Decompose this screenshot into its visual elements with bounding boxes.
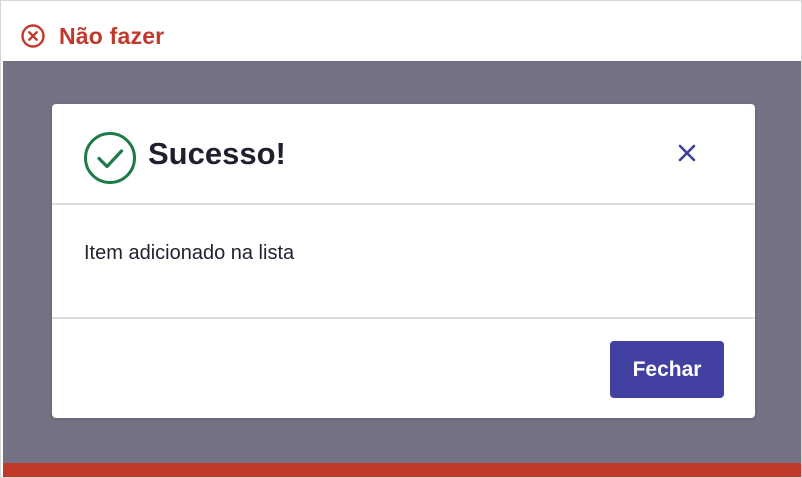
dialog-message: Item adicionado na lista [84, 242, 295, 264]
dont-indicator-bar [3, 463, 801, 477]
guideline-header: Não fazer [1, 1, 801, 61]
dialog-body: Item adicionado na lista [52, 205, 755, 319]
circle-x-icon [20, 23, 46, 49]
dialog-header: Sucesso! [52, 104, 755, 205]
guideline-label: Não fazer [59, 23, 165, 49]
example-frame: Não fazer Sucesso! Item adicionado na li… [0, 0, 802, 478]
close-dialog-button[interactable]: Fechar [610, 341, 724, 398]
success-dialog: Sucesso! Item adicionado na lista Fechar [52, 104, 755, 418]
check-circle-icon [83, 131, 137, 185]
dialog-title: Sucesso! [148, 136, 286, 171]
close-button[interactable] [671, 137, 703, 169]
close-icon [678, 144, 696, 162]
modal-backdrop: Sucesso! Item adicionado na lista Fechar [3, 61, 801, 463]
